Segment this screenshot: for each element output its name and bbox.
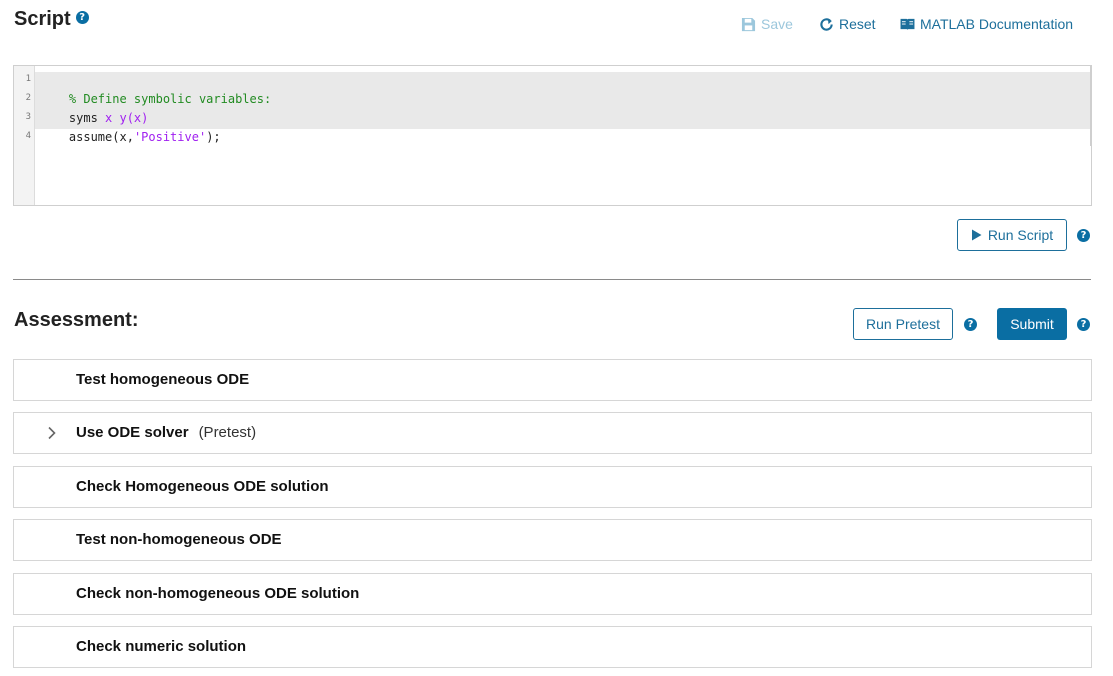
script-help-icon[interactable]: ? xyxy=(75,11,89,24)
assessment-item[interactable]: Test homogeneous ODE xyxy=(13,359,1092,401)
reset-label: Reset xyxy=(839,16,876,32)
line-number-gutter: 1 2 3 4 xyxy=(14,66,35,205)
assessment-item[interactable]: Check non-homogeneous ODE solution xyxy=(13,573,1092,615)
assessment-item-label: Check numeric solution xyxy=(76,638,247,655)
code-token: ); xyxy=(206,130,221,144)
save-icon xyxy=(741,17,756,31)
save-label: Save xyxy=(761,16,793,32)
assessment-title: Assessment: xyxy=(14,309,139,331)
submit-button[interactable]: Submit xyxy=(997,308,1067,340)
line-number: 4 xyxy=(25,131,31,141)
assessment-item-title: Use ODE solver xyxy=(76,424,189,441)
code-editor[interactable]: 1 2 3 4 % Define symbolic variables: sym… xyxy=(13,65,1092,206)
assessment-item[interactable]: Use ODE solver (Pretest) xyxy=(13,412,1092,454)
run-pretest-button[interactable]: Run Pretest xyxy=(853,308,953,340)
run-pretest-label: Run Pretest xyxy=(866,316,940,332)
assessment-item[interactable]: Test non-homogeneous ODE xyxy=(13,519,1092,561)
save-button[interactable]: Save xyxy=(741,14,793,34)
play-icon xyxy=(971,229,982,241)
script-title: Script xyxy=(14,8,71,30)
run-script-button[interactable]: Run Script xyxy=(957,219,1067,251)
script-header: Script ? xyxy=(14,8,89,31)
run-script-label: Run Script xyxy=(987,227,1054,243)
submit-label: Submit xyxy=(1010,316,1054,332)
reset-button[interactable]: Reset xyxy=(819,14,876,34)
reset-icon xyxy=(820,17,833,31)
assessment-item-label: Check non-homogeneous ODE solution xyxy=(76,585,360,602)
line-number: 2 xyxy=(25,93,31,103)
assessment-item[interactable]: Check numeric solution xyxy=(13,626,1092,668)
pretest-tag: (Pretest) xyxy=(198,424,257,441)
run-script-help-icon[interactable]: ? xyxy=(1077,229,1090,242)
line-number: 3 xyxy=(25,112,31,122)
editor-scroll-edge xyxy=(1090,66,1091,146)
book-icon xyxy=(900,18,915,30)
assessment-item-label: Use ODE solver (Pretest) xyxy=(76,413,256,453)
submit-help-icon[interactable]: ? xyxy=(1077,318,1090,331)
run-pretest-help-icon[interactable]: ? xyxy=(964,318,977,331)
line-number: 1 xyxy=(25,74,31,84)
chevron-right-icon[interactable] xyxy=(46,426,58,440)
assessment-item-label: Test non-homogeneous ODE xyxy=(76,531,282,548)
code-line-2[interactable]: syms x y(x) xyxy=(40,90,148,125)
documentation-label: MATLAB Documentation xyxy=(920,16,1074,32)
assessment-item-label: Check Homogeneous ODE solution xyxy=(76,478,329,495)
code-token: assume(x, xyxy=(68,130,134,144)
assessment-item-label: Test homogeneous ODE xyxy=(76,371,250,388)
code-token-string: 'Positive' xyxy=(133,130,207,144)
code-line-1[interactable]: % Define symbolic variables: xyxy=(40,71,271,106)
code-line-3[interactable]: assume(x,'Positive'); xyxy=(40,109,221,144)
matlab-documentation-link[interactable]: MATLAB Documentation xyxy=(900,14,1073,34)
assessment-item[interactable]: Check Homogeneous ODE solution xyxy=(13,466,1092,508)
section-divider xyxy=(13,279,1091,280)
